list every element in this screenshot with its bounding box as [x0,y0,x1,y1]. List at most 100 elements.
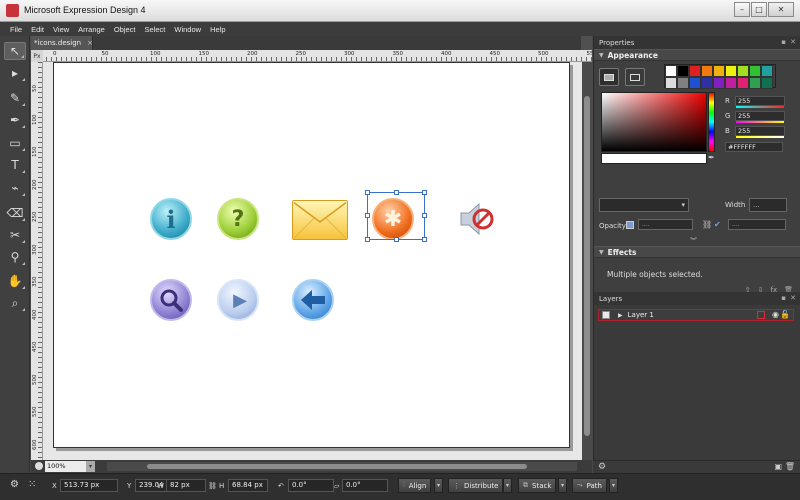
width-input[interactable]: ... [749,198,787,212]
close-panel-icon[interactable]: ✕ [790,38,796,46]
color-swatch[interactable] [713,65,725,77]
trash-icon[interactable]: 🗑 [785,462,795,471]
minimize-button[interactable]: – [734,2,750,17]
zoom-dropdown[interactable]: 100% ▾ [45,461,95,472]
document-tab[interactable]: *icons.design × [31,36,93,50]
menu-file[interactable]: File [10,25,22,34]
back-arrow-icon[interactable] [292,279,334,321]
horizontal-scroll-thumb[interactable] [147,464,527,469]
distribute-dropdown[interactable]: ▾ [503,478,512,493]
color-swatch[interactable] [737,77,749,89]
layer-select-indicator[interactable] [757,311,765,319]
mail-icon[interactable] [292,200,348,240]
resize-handle-se[interactable] [422,237,427,242]
hex-input[interactable]: #FFFFFF [725,142,783,152]
mute-speaker-icon[interactable] [457,199,497,239]
help-icon[interactable]: ? [217,198,259,240]
color-swatch[interactable] [689,77,701,89]
effects-header[interactable]: ▼ Effects [594,246,800,258]
color-swatch[interactable] [725,77,737,89]
eye-icon[interactable]: ◉ [772,310,779,319]
search-icon[interactable] [150,279,192,321]
color-swatch[interactable] [725,65,737,77]
blue-input[interactable]: 255 [735,126,785,138]
close-button[interactable]: ✕ [768,2,794,17]
color-swatch[interactable] [665,77,677,89]
lock-icon[interactable]: 🔓 [780,310,790,319]
stroke-button[interactable] [625,68,645,86]
close-tab-icon[interactable]: × [87,39,93,47]
eyedropper-icon[interactable]: ✒ [708,153,717,164]
color-swatch[interactable] [737,65,749,77]
canvas-area[interactable]: i ? ✱ ▶ [43,62,582,460]
green-input[interactable]: 255 [735,111,785,123]
zoom-tool[interactable]: ⌕ [4,294,26,312]
resize-handle-nw[interactable] [365,190,370,195]
path-button[interactable]: ⤳ Path [572,478,607,493]
maximize-button[interactable]: □ [751,2,767,17]
stroke-style-dropdown[interactable]: ▾ [599,198,689,212]
opacity-input[interactable]: .... [638,219,693,230]
expand-triangle-icon[interactable]: ▶ [618,312,623,319]
menu-view[interactable]: View [53,25,69,34]
color-swatch[interactable] [665,65,677,77]
direct-selection-tool[interactable]: ▸ [4,64,26,82]
info-icon[interactable]: i [150,198,192,240]
rectangle-tool[interactable]: ▭ [4,134,26,152]
vertical-ruler[interactable]: 50 100 150 200 250 300 350 400 450 500 550 600 [31,62,43,460]
selection-box[interactable] [365,190,427,242]
rotation-input[interactable]: 0.0° [288,479,334,492]
align-dropdown[interactable]: ▾ [434,478,443,493]
scissors-tool[interactable]: ✂ [4,226,26,244]
eyedropper-tool[interactable]: ⚲ [4,248,26,266]
stack-dropdown[interactable]: ▾ [558,478,567,493]
width-field[interactable]: 82 px [166,479,206,492]
menu-help[interactable]: Help [210,25,225,34]
layer-row[interactable]: ▶ Layer 1 ◉ 🔓 [598,309,794,321]
resize-handle-e[interactable] [422,213,427,218]
color-swatch[interactable] [677,77,689,89]
color-swatch[interactable] [761,77,773,89]
color-swatch[interactable] [701,77,713,89]
menu-edit[interactable]: Edit [31,25,44,34]
resize-handle-ne[interactable] [422,190,427,195]
color-swatch-grid[interactable] [664,64,776,89]
ruler-origin[interactable]: Px [31,50,43,62]
menu-select[interactable]: Select [145,25,166,34]
resize-handle-s[interactable] [394,237,399,242]
distribute-button[interactable]: ⋮ Distribute [448,478,504,493]
vertical-scroll-thumb[interactable] [584,96,590,436]
resize-handle-n[interactable] [394,190,399,195]
close-panel-icon[interactable]: ✕ [790,294,796,302]
x-position-input[interactable]: 513.73 px [60,479,118,492]
gear-icon[interactable]: ⚙ [598,462,606,472]
paintbrush-tool[interactable]: ✎ [4,89,26,107]
text-tool[interactable]: T [4,156,26,174]
stack-button[interactable]: ⧉ Stack [518,478,557,493]
skew-input[interactable]: 0.0° [342,479,388,492]
hue-slider[interactable] [708,92,715,152]
pen-tool[interactable]: ✒ [4,111,26,129]
horizontal-scrollbar[interactable] [107,462,577,471]
selection-tool[interactable]: ↖ [4,42,26,60]
red-input[interactable]: 255 [735,96,785,108]
link-dimensions-icon[interactable]: ⛓ [208,482,217,490]
resize-handle-w[interactable] [365,213,370,218]
link-icon[interactable]: ⛓ [702,220,712,229]
eraser-tool[interactable]: ⌫ [4,204,26,222]
color-swatch[interactable] [749,77,761,89]
gradient-tool[interactable]: ⌁ [4,179,26,197]
color-swatch[interactable] [749,65,761,77]
pin-icon[interactable]: ▪ [781,294,786,302]
new-layer-icon[interactable]: ▣ [774,462,782,471]
color-swatch[interactable] [713,77,725,89]
fill-button[interactable] [599,68,619,86]
blend-input[interactable]: .... [728,219,786,230]
color-swatch[interactable] [761,65,773,77]
color-picker-field[interactable] [601,92,707,152]
hand-tool[interactable]: ✋ [4,272,26,290]
gear-icon[interactable]: ⚙ [10,479,19,490]
align-button[interactable]: ⫶ Align [398,478,432,493]
menu-window[interactable]: Window [174,25,201,34]
reference-point-icon[interactable]: ⁙ [28,479,36,490]
